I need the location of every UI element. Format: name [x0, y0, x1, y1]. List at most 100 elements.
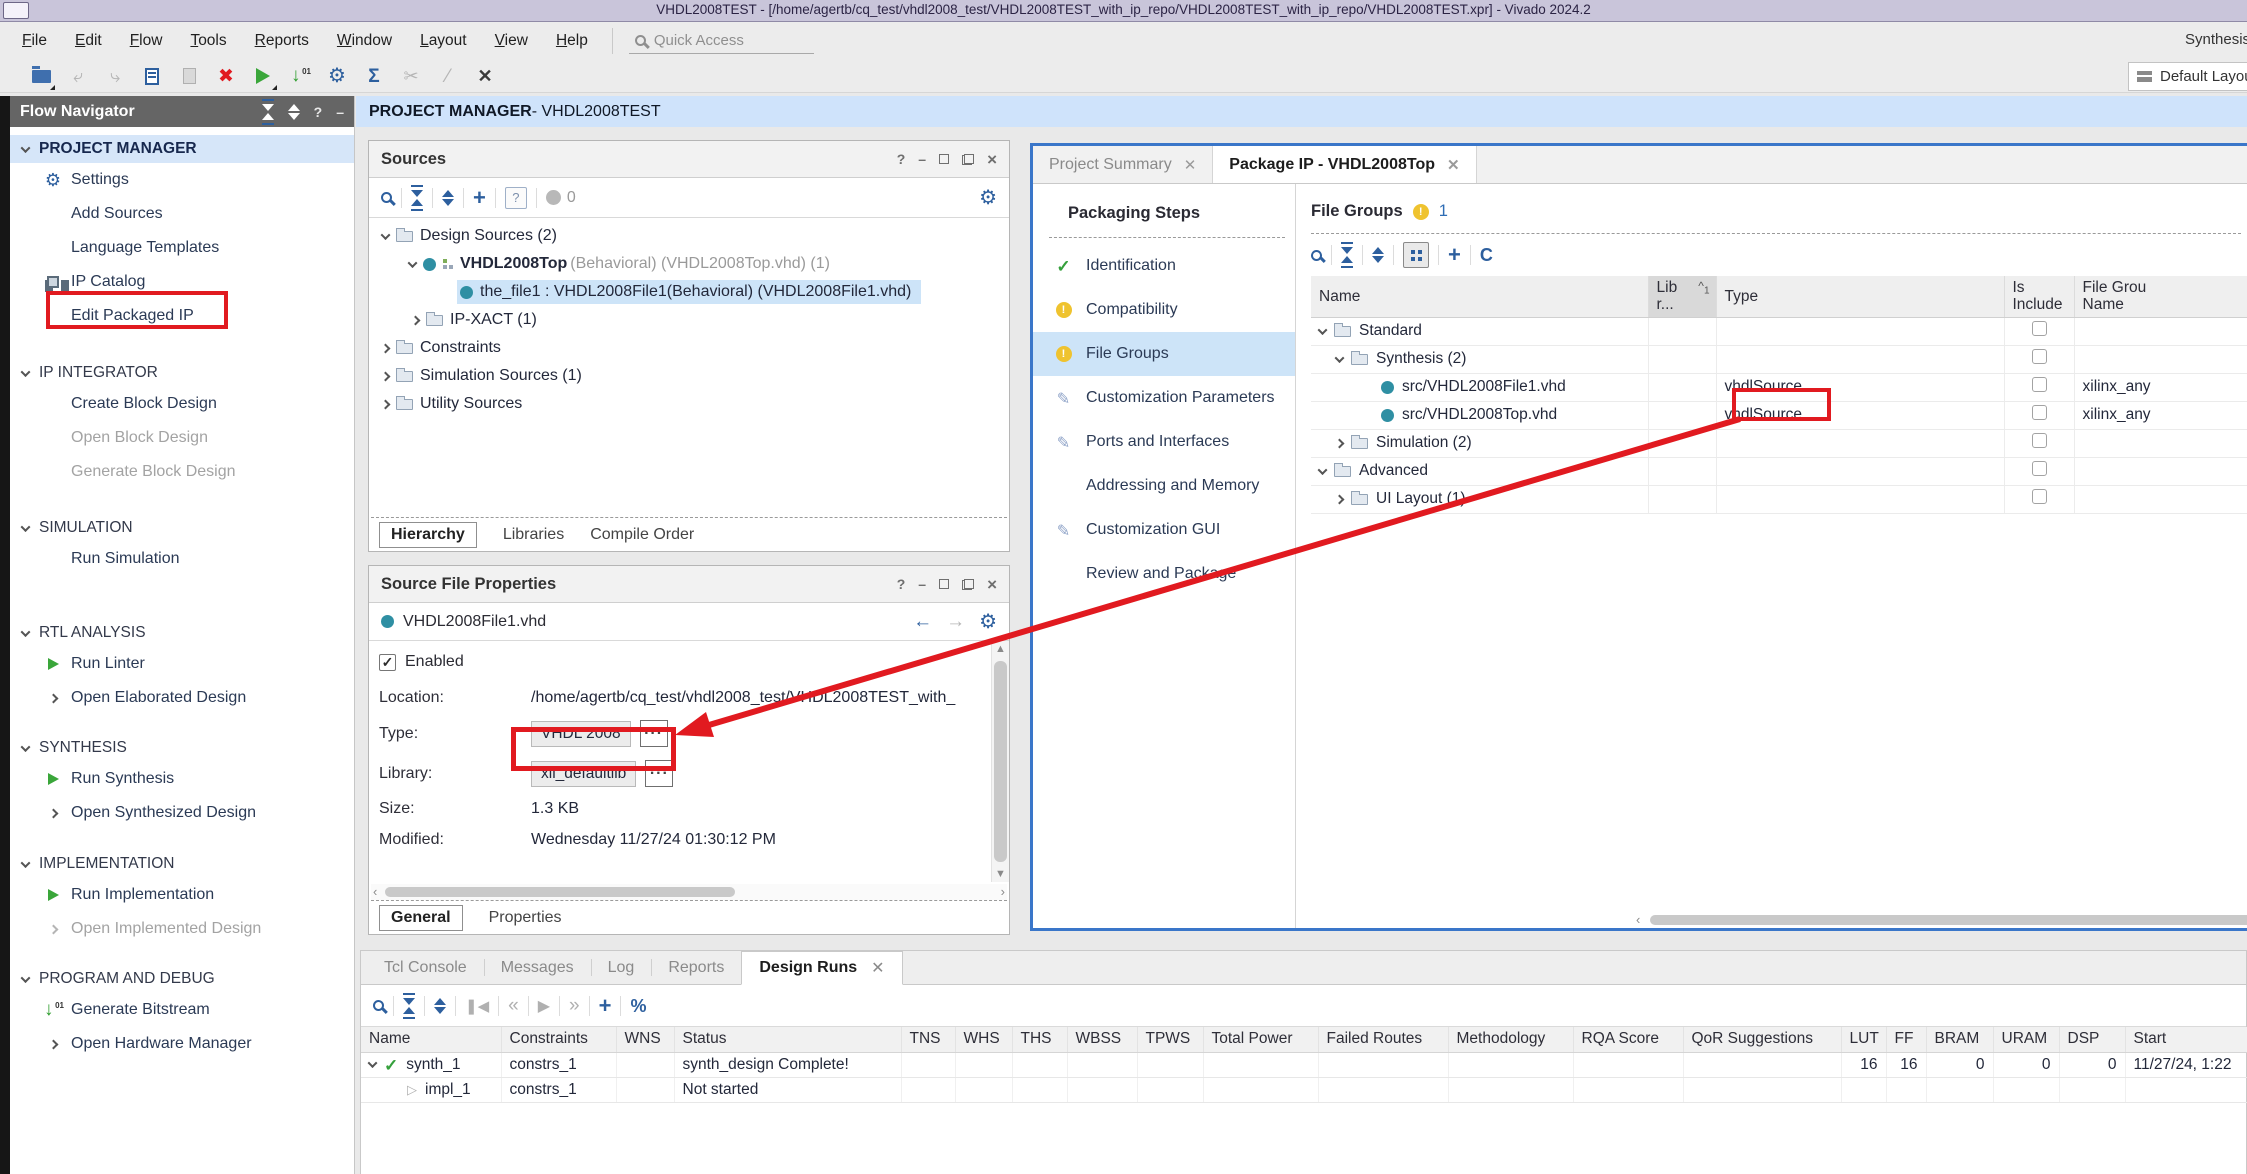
- flownav-item-ip-catalog[interactable]: IP Catalog: [10, 265, 354, 299]
- minimize-icon[interactable]: [918, 577, 926, 591]
- expand-all-icon[interactable]: [442, 190, 454, 206]
- fg-row-advanced[interactable]: Advanced: [1311, 457, 2247, 485]
- collapse-all-icon[interactable]: [1341, 242, 1353, 268]
- refresh-icon[interactable]: [1480, 246, 1493, 264]
- tab-hierarchy[interactable]: Hierarchy: [379, 522, 477, 548]
- is-include-checkbox[interactable]: [2032, 377, 2047, 392]
- flownav-item-run-implementation[interactable]: Run Implementation: [10, 878, 354, 912]
- help-icon[interactable]: [897, 577, 906, 591]
- flownav-item-run-linter[interactable]: Run Linter: [10, 647, 354, 681]
- open-project-icon[interactable]: [30, 65, 52, 87]
- col-tpws[interactable]: TPWS: [1137, 1027, 1203, 1052]
- sources-panel-header[interactable]: Sources: [369, 141, 1009, 178]
- float-icon[interactable]: [962, 579, 974, 590]
- vertical-scrollbar[interactable]: ▲ ▼: [991, 641, 1009, 882]
- col-ff[interactable]: FF: [1886, 1027, 1926, 1052]
- maximize-icon[interactable]: [939, 154, 949, 164]
- expand-all-icon[interactable]: [1372, 247, 1384, 263]
- flownav-item-generate-block-design[interactable]: Generate Block Design: [10, 455, 354, 489]
- col-tns[interactable]: TNS: [901, 1027, 955, 1052]
- flownav-item-run-synthesis[interactable]: Run Synthesis: [10, 762, 354, 796]
- tab-design-runs[interactable]: Design Runs ✕: [741, 951, 902, 985]
- flownav-item-add-sources[interactable]: Add Sources: [10, 197, 354, 231]
- col-start[interactable]: Start: [2125, 1027, 2247, 1052]
- col-wns[interactable]: WNS: [616, 1027, 674, 1052]
- step-file-groups[interactable]: File Groups: [1033, 332, 1295, 376]
- tab-compile-order[interactable]: Compile Order: [590, 526, 694, 544]
- is-include-checkbox[interactable]: [2032, 349, 2047, 364]
- col-methodology[interactable]: Methodology: [1448, 1027, 1573, 1052]
- layout-selector[interactable]: Default Layout: [2128, 62, 2247, 91]
- flownav-item-open-hardware-manager[interactable]: Open Hardware Manager: [10, 1027, 354, 1061]
- tab-log[interactable]: Log: [591, 951, 652, 984]
- tab-libraries[interactable]: Libraries: [503, 526, 564, 544]
- fg-row-simulation[interactable]: Simulation (2): [1311, 429, 2247, 457]
- step-addressing-and-memory[interactable]: Addressing and Memory: [1033, 464, 1295, 508]
- is-include-checkbox[interactable]: [2032, 321, 2047, 336]
- flownav-item-create-block-design[interactable]: Create Block Design: [10, 387, 354, 421]
- add-sources-icon[interactable]: +: [473, 187, 486, 209]
- fg-row-top[interactable]: src/VHDL2008Top.vhd vhdlSource xilinx_an…: [1311, 401, 2247, 429]
- collapse-all-icon[interactable]: [411, 185, 423, 211]
- fg-row-file1[interactable]: src/VHDL2008File1.vhd vhdlSource xilinx_…: [1311, 373, 2247, 401]
- menu-help[interactable]: Help: [542, 32, 602, 50]
- run-row-synth-1[interactable]: synth_1 constrs_1 synth_design Complete!…: [361, 1052, 2247, 1077]
- close-icon[interactable]: [987, 575, 997, 593]
- tree-item-utility-sources[interactable]: Utility Sources: [369, 390, 1009, 418]
- horizontal-scrollbar[interactable]: ‹: [1636, 912, 2245, 927]
- tab-package-ip[interactable]: Package IP - VHDL2008Top ✕: [1213, 146, 1476, 183]
- collapse-all-icon[interactable]: [262, 99, 274, 125]
- expand-all-icon[interactable]: [434, 998, 446, 1014]
- tree-item-vhdl2008top[interactable]: VHDL2008Top (Behavioral) (VHDL2008Top.vh…: [369, 250, 1009, 278]
- step-ports-and-interfaces[interactable]: Ports and Interfaces: [1033, 420, 1295, 464]
- add-file-group-icon[interactable]: +: [1448, 244, 1461, 266]
- settings-icon[interactable]: [326, 65, 348, 87]
- search-icon[interactable]: [381, 192, 392, 203]
- col-failed-routes[interactable]: Failed Routes: [1318, 1027, 1448, 1052]
- redo-icon[interactable]: [104, 65, 126, 87]
- col-whs[interactable]: WHS: [955, 1027, 1012, 1052]
- col-lut[interactable]: LUT: [1841, 1027, 1886, 1052]
- col-type[interactable]: Type: [1716, 276, 2004, 317]
- tab-tcl-console[interactable]: Tcl Console: [367, 951, 484, 984]
- report-icon[interactable]: [363, 65, 385, 87]
- run-icon[interactable]: [252, 65, 274, 87]
- fg-row-standard[interactable]: Standard: [1311, 317, 2247, 345]
- flownav-section-implementation[interactable]: IMPLEMENTATION: [10, 850, 354, 878]
- document-icon[interactable]: [141, 65, 163, 87]
- help-icon[interactable]: [314, 105, 323, 119]
- horizontal-scrollbar[interactable]: ‹ ›: [371, 884, 1007, 900]
- step-customization-parameters[interactable]: Customization Parameters: [1033, 376, 1295, 420]
- flownav-section-simulation[interactable]: SIMULATION: [10, 514, 354, 542]
- gear-icon[interactable]: [979, 612, 997, 632]
- is-include-checkbox[interactable]: [2032, 405, 2047, 420]
- flownav-item-open-implemented-design[interactable]: Open Implemented Design: [10, 912, 354, 946]
- col-status[interactable]: Status: [674, 1027, 901, 1052]
- close-icon[interactable]: ✕: [1184, 156, 1197, 174]
- fg-row-ui-layout[interactable]: UI Layout (1): [1311, 485, 2247, 513]
- gear-icon[interactable]: [979, 188, 997, 208]
- type-value-button[interactable]: VHDL 2008: [531, 721, 631, 747]
- col-constraints[interactable]: Constraints: [501, 1027, 616, 1052]
- col-total-power[interactable]: Total Power: [1203, 1027, 1318, 1052]
- library-value-button[interactable]: xil_defaultlib: [531, 761, 636, 787]
- menu-file[interactable]: File: [8, 32, 61, 50]
- tree-item-the-file1[interactable]: the_file1 : VHDL2008File1(Behavioral) (V…: [369, 278, 1009, 306]
- col-bram[interactable]: BRAM: [1926, 1027, 1993, 1052]
- sfp-panel-header[interactable]: Source File Properties: [369, 566, 1009, 603]
- run-row-impl-1[interactable]: ▷impl_1 constrs_1 Not started: [361, 1077, 2247, 1102]
- minimize-icon[interactable]: [336, 105, 344, 119]
- expand-all-icon[interactable]: [288, 104, 300, 120]
- tree-item-design-sources[interactable]: Design Sources (2): [369, 222, 1009, 250]
- flownav-section-project-manager[interactable]: PROJECT MANAGER: [10, 135, 354, 163]
- menu-reports[interactable]: Reports: [241, 32, 323, 50]
- col-name[interactable]: Name: [1311, 276, 1648, 317]
- menu-edit[interactable]: Edit: [61, 32, 116, 50]
- collapse-all-icon[interactable]: [403, 993, 415, 1019]
- back-icon[interactable]: [913, 612, 932, 631]
- type-browse-button[interactable]: [640, 720, 668, 747]
- tree-item-simulation-sources[interactable]: Simulation Sources (1): [369, 362, 1009, 390]
- search-icon[interactable]: [373, 1000, 384, 1011]
- undo-icon[interactable]: [67, 65, 89, 87]
- col-ths[interactable]: THS: [1012, 1027, 1067, 1052]
